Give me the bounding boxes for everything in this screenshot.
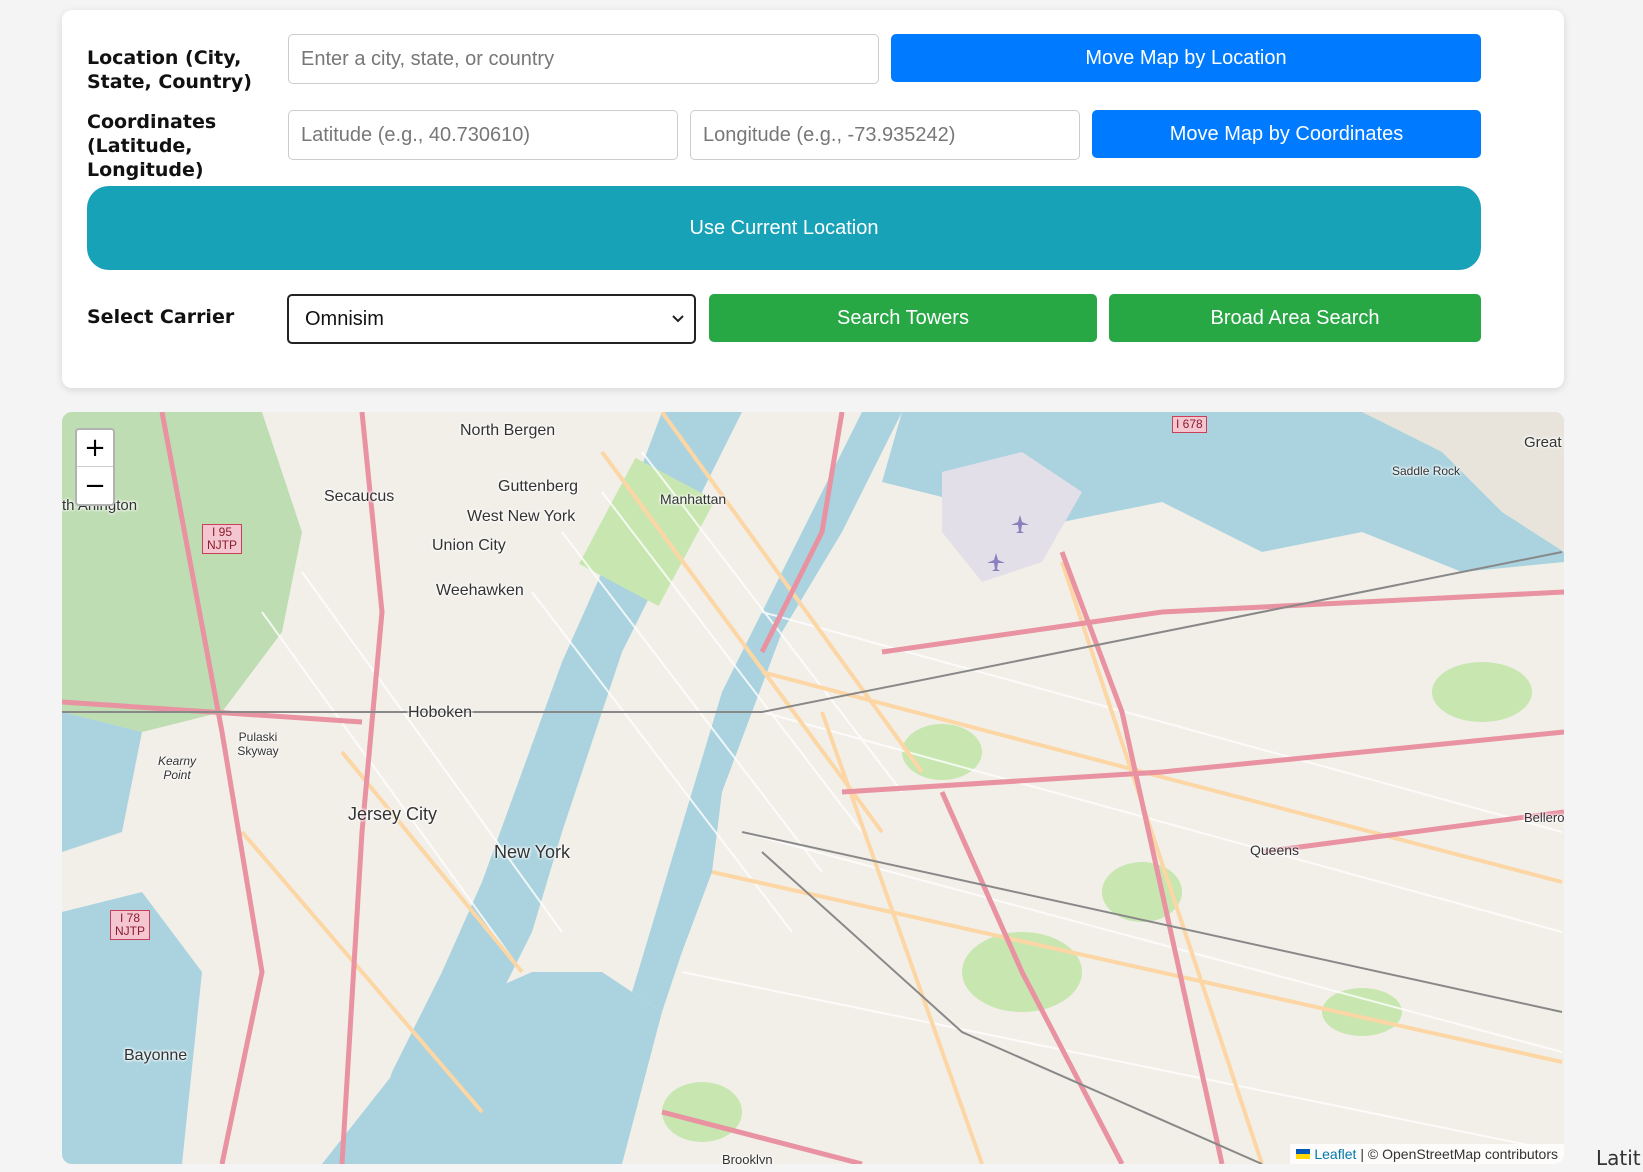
place-label: Bayonne <box>124 1047 188 1064</box>
place-label: New York <box>494 842 571 862</box>
carrier-label: Select Carrier <box>87 306 235 328</box>
search-towers-button[interactable]: Search Towers <box>709 294 1097 342</box>
airport-icon <box>987 553 1005 571</box>
place-label: Saddle Rock <box>1392 464 1461 478</box>
highway-shield: I 95 NJTP <box>202 524 242 554</box>
place-label: Bellero <box>1524 810 1564 825</box>
location-label: Location (City, State, Country) <box>87 47 252 93</box>
place-label: Hoboken <box>408 704 473 721</box>
highway-shield: I 78 NJTP <box>110 910 150 940</box>
map-tiles <box>62 412 1564 1164</box>
longitude-input[interactable] <box>690 110 1080 160</box>
zoom-out-button[interactable]: − <box>77 467 113 504</box>
place-label: Kearny Point <box>157 754 197 782</box>
latitude-input[interactable] <box>288 110 678 160</box>
chevron-down-icon <box>672 315 684 323</box>
latitude-edge-text: Latit <box>1596 1146 1641 1170</box>
place-label: Jersey City <box>348 804 438 824</box>
carrier-select[interactable]: Omnisim <box>287 294 696 344</box>
place-label: Union City <box>432 537 506 554</box>
highway-shield: I 678 <box>1172 416 1207 433</box>
place-label: West New York <box>467 508 576 525</box>
place-label: Pulaski Skyway <box>237 730 279 758</box>
location-input[interactable] <box>288 34 879 84</box>
zoom-control: + − <box>75 428 115 506</box>
move-map-by-location-button[interactable]: Move Map by Location <box>891 34 1481 82</box>
use-current-location-button[interactable]: Use Current Location <box>87 186 1481 270</box>
zoom-in-button[interactable]: + <box>77 430 113 467</box>
place-label: North Bergen <box>460 422 556 439</box>
place-label: Queens <box>1250 842 1300 858</box>
place-label: Guttenberg <box>498 478 579 495</box>
airport-icon <box>1011 515 1029 533</box>
move-map-by-coordinates-button[interactable]: Move Map by Coordinates <box>1092 110 1481 158</box>
map-attribution: Leaflet | © OpenStreetMap contributors <box>1290 1144 1564 1164</box>
place-label: Weehawken <box>436 582 524 599</box>
carrier-selected-value: Omnisim <box>305 307 384 330</box>
leaflet-link[interactable]: Leaflet <box>1314 1146 1356 1162</box>
attribution-text: | © OpenStreetMap contributors <box>1360 1146 1558 1162</box>
place-label: Secaucus <box>324 488 395 505</box>
ukraine-flag-icon <box>1296 1149 1311 1159</box>
coordinates-label: Coordinates (Latitude, Longitude) <box>87 111 217 181</box>
place-label: Manhattan <box>660 491 727 507</box>
map-view[interactable]: North Bergen Guttenberg West New York Se… <box>62 412 1564 1164</box>
search-controls-panel: Location (City, State, Country) Move Map… <box>62 10 1564 388</box>
broad-area-search-button[interactable]: Broad Area Search <box>1109 294 1481 342</box>
place-label: Great <box>1524 434 1562 451</box>
place-label: Brooklyn <box>722 1152 773 1164</box>
